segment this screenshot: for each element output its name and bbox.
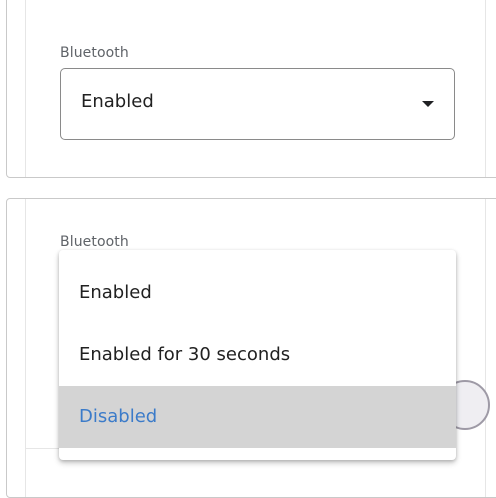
card-divider-right xyxy=(485,199,486,497)
menu-item-enabled[interactable]: Enabled xyxy=(59,262,456,324)
bluetooth-select-value: Enabled xyxy=(81,91,154,112)
card-divider-right xyxy=(485,0,486,177)
bluetooth-field-label-expanded: Bluetooth xyxy=(60,234,129,250)
menu-item-enabled-30-seconds[interactable]: Enabled for 30 seconds xyxy=(59,324,456,386)
caret-down-icon xyxy=(422,101,434,107)
card-divider-left xyxy=(25,0,26,177)
menu-item-disabled[interactable]: Disabled xyxy=(59,386,456,448)
bluetooth-field-label: Bluetooth xyxy=(60,45,129,61)
bluetooth-dropdown-menu: Enabled Enabled for 30 seconds Disabled xyxy=(59,250,456,460)
bluetooth-select[interactable]: Enabled xyxy=(60,68,455,140)
card-divider-left xyxy=(25,199,26,497)
